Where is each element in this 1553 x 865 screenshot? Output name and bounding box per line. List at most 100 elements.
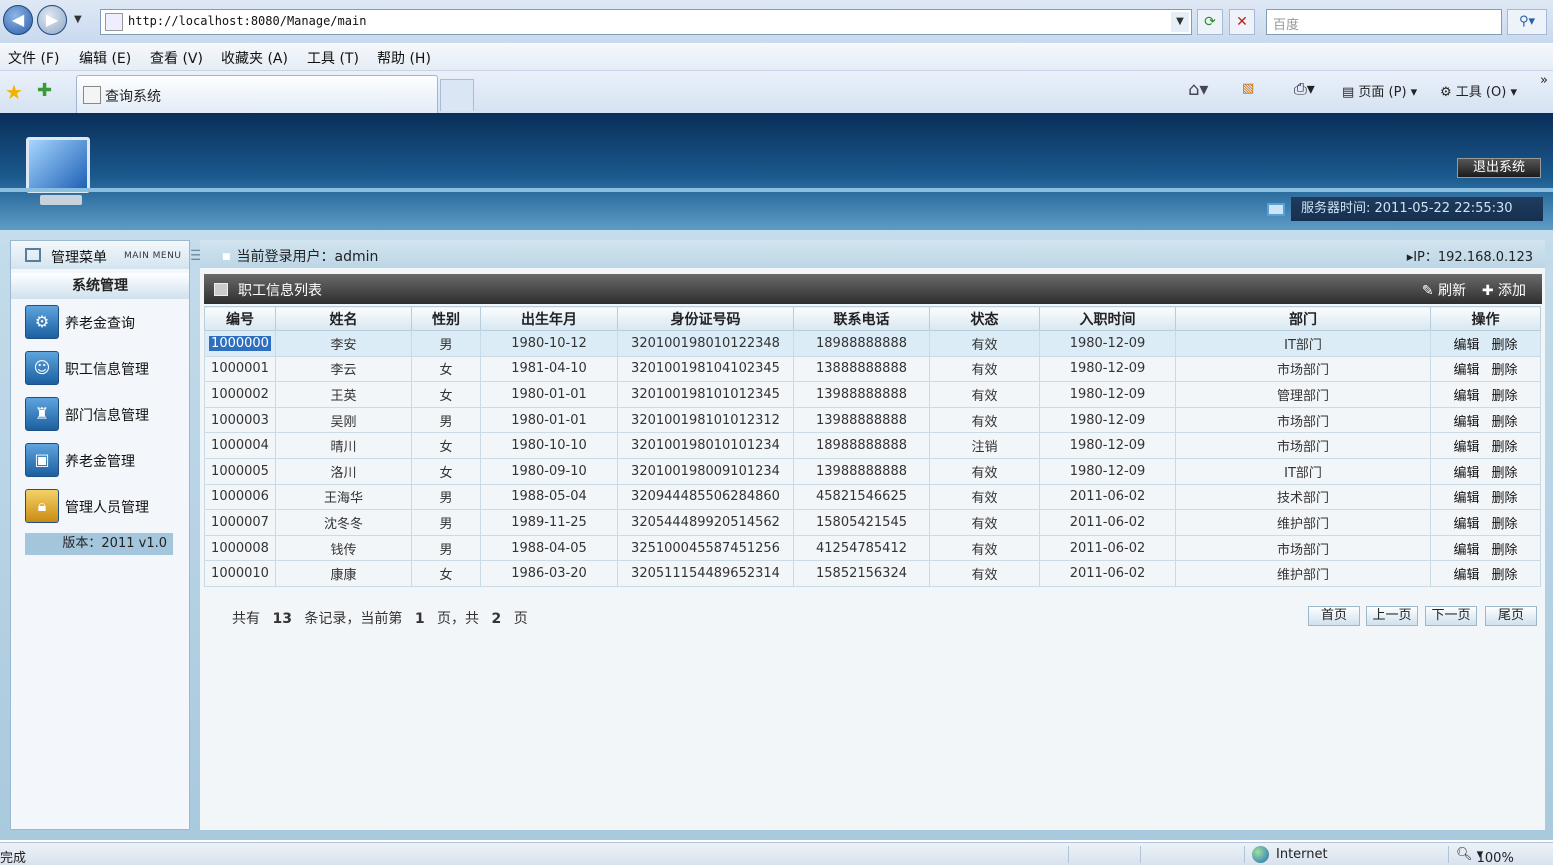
delete-link[interactable]: 删除 bbox=[1492, 363, 1518, 378]
edit-link[interactable]: 编辑 bbox=[1453, 389, 1479, 404]
table-row[interactable]: 1000008 钱传男 1988-04-05 325100045587451256 41… bbox=[204, 534, 1541, 562]
table-row[interactable]: 1000007 沈冬冬男 1989-11-25 320544489920514562 1… bbox=[204, 509, 1541, 536]
table-row[interactable]: 1000003 吴刚男 1980-01-01 320100198101012312 13… bbox=[204, 406, 1541, 434]
table-cell: 1000010 bbox=[204, 560, 276, 587]
lock-icon: 🔒︎ bbox=[25, 489, 59, 523]
table-row[interactable]: 1000004 晴川女 1980-10-10 320100198010101234 18… bbox=[204, 432, 1541, 459]
status-text: 完成 bbox=[0, 851, 27, 865]
delete-link[interactable]: 删除 bbox=[1492, 466, 1518, 481]
table-cell: 1980-12-09 bbox=[1039, 432, 1176, 459]
search-icon[interactable]: ⚲▾ bbox=[1507, 9, 1547, 35]
table-cell: 1988-04-05 bbox=[480, 534, 618, 562]
delete-link[interactable]: 删除 bbox=[1492, 389, 1518, 404]
tools-menu[interactable]: ⚙ 工具 (O) ▾ bbox=[1440, 81, 1517, 100]
edit-link[interactable]: 编辑 bbox=[1453, 517, 1479, 532]
new-tab-button[interactable] bbox=[440, 79, 474, 111]
menu-favorites[interactable]: 收藏夹 (A) bbox=[221, 48, 288, 68]
table-cell: 320544489920514562 bbox=[617, 509, 794, 536]
table-cell: 320100198104102345 bbox=[617, 355, 794, 383]
sidebar-item-pension-query[interactable]: ⚙ 养老金查询 bbox=[25, 305, 175, 341]
menu-tools[interactable]: 工具 (T) bbox=[307, 48, 359, 68]
next-page-button[interactable]: 下一页 bbox=[1425, 606, 1477, 626]
edit-link[interactable]: 编辑 bbox=[1453, 568, 1479, 583]
logout-button[interactable]: 退出系统 bbox=[1457, 158, 1541, 178]
column-header: 姓名 bbox=[275, 306, 412, 331]
zoom-level[interactable]: 🔍︎ 100% ▾ bbox=[1456, 847, 1514, 865]
feed-icon[interactable]: ▧ bbox=[1242, 81, 1254, 96]
monitor-stand bbox=[40, 195, 82, 205]
url-field[interactable]: http://localhost:8080/Manage/main ▼ bbox=[100, 9, 1192, 35]
refresh-icon[interactable]: ⟳ bbox=[1197, 9, 1223, 35]
table-cell: 有效 bbox=[929, 560, 1040, 587]
zoom-value: 100% bbox=[1476, 851, 1514, 865]
sidebar-group-system[interactable]: 系统管理 bbox=[11, 273, 189, 299]
url-dropdown-icon[interactable]: ▼ bbox=[1171, 12, 1189, 32]
page-menu[interactable]: ▤ 页面 (P) ▾ bbox=[1342, 81, 1417, 100]
table-row[interactable]: 1000001 李云女 1981-04-10 320100198104102345 13… bbox=[204, 355, 1541, 383]
table-cell: 有效 bbox=[929, 355, 1040, 383]
tools-menu-label: 工具 (O) bbox=[1455, 85, 1507, 100]
page-menu-label: 页面 (P) bbox=[1358, 85, 1407, 100]
status-divider bbox=[1448, 846, 1449, 863]
delete-link[interactable]: 删除 bbox=[1492, 415, 1518, 430]
sidebar-item-admin-manage[interactable]: 🔒︎ 管理人员管理 bbox=[25, 489, 175, 525]
menu-panel-icon bbox=[25, 248, 41, 262]
delete-link[interactable]: 删除 bbox=[1492, 440, 1518, 455]
menu-help[interactable]: 帮助 (H) bbox=[377, 48, 431, 68]
first-page-button[interactable]: 首页 bbox=[1308, 606, 1360, 626]
table-row[interactable]: 1000000 李安男 1980-10-12 320100198010122348 18… bbox=[204, 330, 1541, 357]
edit-link[interactable]: 编辑 bbox=[1453, 491, 1479, 506]
forward-button[interactable]: ▶ bbox=[37, 5, 67, 35]
table-row[interactable]: 1000006 王海华男 1988-05-04 320944485506284860 4… bbox=[204, 483, 1541, 511]
table-cell: 管理部门 bbox=[1175, 381, 1431, 408]
selected-id-text: 1000000 bbox=[209, 335, 271, 351]
delete-link[interactable]: 删除 bbox=[1492, 517, 1518, 532]
edit-link[interactable]: 编辑 bbox=[1453, 466, 1479, 481]
edit-link[interactable]: 编辑 bbox=[1453, 415, 1479, 430]
table-cell: IT部门 bbox=[1175, 330, 1431, 357]
last-page-button[interactable]: 尾页 bbox=[1485, 606, 1537, 626]
sidebar-item-label: 管理人员管理 bbox=[65, 500, 149, 516]
home-icon[interactable]: ⌂▾ bbox=[1188, 79, 1208, 100]
pager-prefix: 共有 bbox=[232, 611, 260, 627]
refresh-link[interactable]: ✎ 刷新 bbox=[1422, 280, 1466, 300]
sidebar-header: 管理菜单 MAIN MENU bbox=[11, 241, 189, 269]
back-button[interactable]: ◀ bbox=[3, 5, 33, 35]
table-cell: 有效 bbox=[929, 330, 1040, 357]
menu-file[interactable]: 文件 (F) bbox=[8, 48, 59, 68]
edit-link[interactable]: 编辑 bbox=[1453, 440, 1479, 455]
sidebar-item-department-info[interactable]: ♜ 部门信息管理 bbox=[25, 397, 175, 433]
tab-query-system[interactable]: 查询系统 bbox=[76, 75, 438, 113]
favorites-star-icon[interactable]: ★ bbox=[5, 80, 23, 104]
table-row[interactable]: 1000010 康康女 1986-03-20 320511154489652314 15… bbox=[204, 560, 1541, 587]
status-divider bbox=[1244, 846, 1245, 863]
column-header: 入职时间 bbox=[1039, 306, 1176, 331]
sidebar-item-pension-manage[interactable]: ▣ 养老金管理 bbox=[25, 443, 175, 479]
history-dropdown-icon[interactable]: ▼ bbox=[74, 14, 82, 25]
table-cell: 市场部门 bbox=[1175, 406, 1431, 434]
delete-link[interactable]: 删除 bbox=[1492, 338, 1518, 353]
stop-icon[interactable]: ✕ bbox=[1229, 9, 1255, 35]
sidebar-item-employee-info[interactable]: ☺ 职工信息管理 bbox=[25, 351, 175, 387]
delete-link[interactable]: 删除 bbox=[1492, 543, 1518, 558]
delete-link[interactable]: 删除 bbox=[1492, 568, 1518, 583]
table-body: 1000000 李安男 1980-10-12 320100198010122348 18… bbox=[204, 330, 1541, 587]
table-cell: IT部门 bbox=[1175, 457, 1431, 485]
edit-link[interactable]: 编辑 bbox=[1453, 363, 1479, 378]
edit-link[interactable]: 编辑 bbox=[1453, 338, 1479, 353]
add-link[interactable]: ✚ 添加 bbox=[1482, 280, 1526, 300]
delete-link[interactable]: 删除 bbox=[1492, 491, 1518, 506]
edit-link[interactable]: 编辑 bbox=[1453, 543, 1479, 558]
chevron-more-icon[interactable]: » bbox=[1540, 73, 1548, 88]
menu-edit[interactable]: 编辑 (E) bbox=[79, 48, 131, 68]
table-row[interactable]: 1000002 王英女 1980-01-01 320100198101012345 13… bbox=[204, 381, 1541, 408]
actions-cell: 编辑 删除 bbox=[1430, 457, 1541, 485]
add-favorite-icon[interactable]: ✚ bbox=[37, 80, 52, 101]
table-row[interactable]: 1000005 洛川女 1980-09-10 320100198009101234 13… bbox=[204, 457, 1541, 485]
search-input[interactable]: 百度 bbox=[1266, 9, 1502, 35]
search-placeholder: 百度 bbox=[1273, 18, 1300, 33]
menu-view[interactable]: 查看 (V) bbox=[150, 48, 203, 68]
prev-page-button[interactable]: 上一页 bbox=[1366, 606, 1418, 626]
table-cell: 1000008 bbox=[204, 534, 276, 562]
print-icon[interactable]: ⎙▾ bbox=[1294, 79, 1315, 99]
